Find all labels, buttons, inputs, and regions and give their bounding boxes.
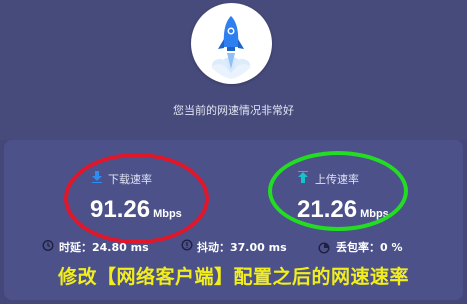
jitter-stat: 抖动：37.00 ms	[197, 241, 287, 254]
latency-stat: 时延：24.80 ms	[59, 241, 149, 254]
network-status-text: 您当前的网速情况非常好	[173, 104, 294, 117]
caption-text: 修改【网络客户端】配置之后的网速速率	[57, 266, 409, 288]
packet-loss-stat: 丢包率：0 %	[336, 241, 403, 254]
timer-icon	[42, 240, 54, 251]
green-highlight-ring	[268, 151, 408, 231]
red-highlight-ring	[64, 153, 209, 244]
rocket-icon	[211, 16, 251, 79]
rocket-logo	[191, 3, 272, 84]
jitter-icon	[181, 239, 193, 251]
pie-chart-icon	[318, 242, 330, 254]
